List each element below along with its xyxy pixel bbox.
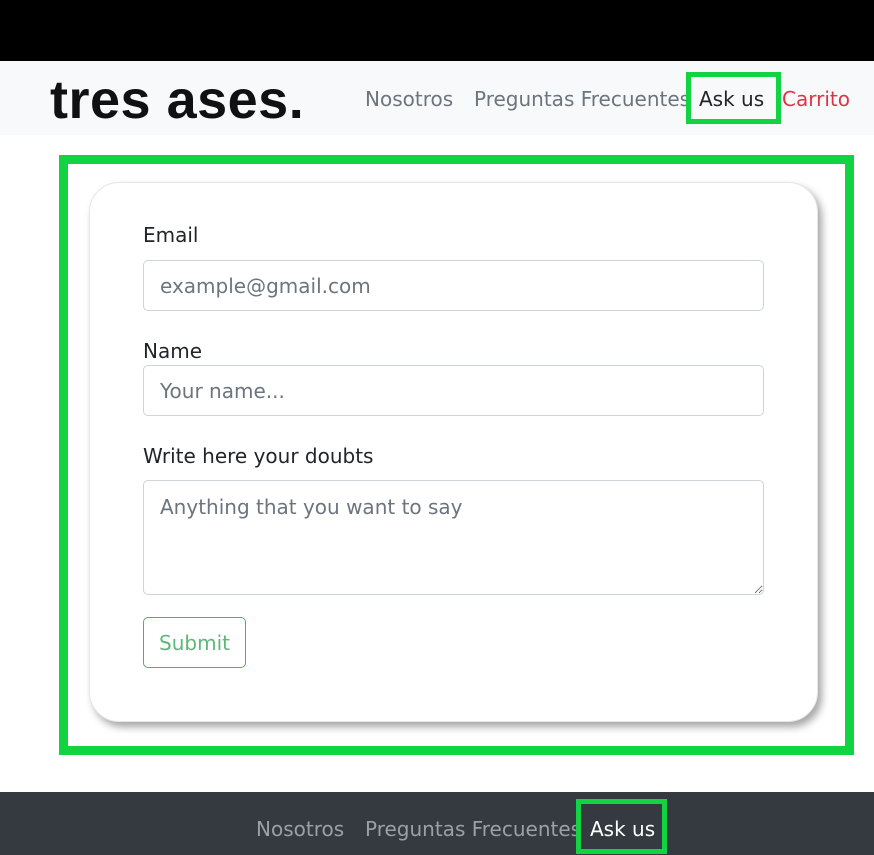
- header-navbar: tres ases. Nosotros Preguntas Frecuentes…: [0, 61, 874, 135]
- nav-link-nosotros[interactable]: Nosotros: [365, 85, 453, 113]
- footer-link-ask-us[interactable]: Ask us: [590, 815, 655, 843]
- email-input[interactable]: [143, 260, 764, 311]
- brand-logo[interactable]: tres ases.: [50, 67, 304, 133]
- name-label: Name: [143, 339, 203, 363]
- top-black-bar: [0, 0, 874, 61]
- nav-link-preguntas-frecuentes[interactable]: Preguntas Frecuentes: [474, 85, 690, 113]
- footer-link-nosotros[interactable]: Nosotros: [256, 815, 344, 843]
- footer-navbar: Nosotros Preguntas Frecuentes Ask us: [0, 792, 874, 855]
- submit-button[interactable]: Submit: [143, 617, 246, 668]
- doubts-label: Write here your doubts: [143, 444, 374, 468]
- name-input[interactable]: [143, 365, 764, 416]
- email-label: Email: [143, 223, 199, 247]
- footer-link-preguntas-frecuentes[interactable]: Preguntas Frecuentes: [365, 815, 581, 843]
- doubts-textarea[interactable]: [143, 480, 764, 595]
- nav-link-carrito[interactable]: Carrito: [782, 85, 850, 113]
- nav-link-ask-us[interactable]: Ask us: [699, 85, 764, 113]
